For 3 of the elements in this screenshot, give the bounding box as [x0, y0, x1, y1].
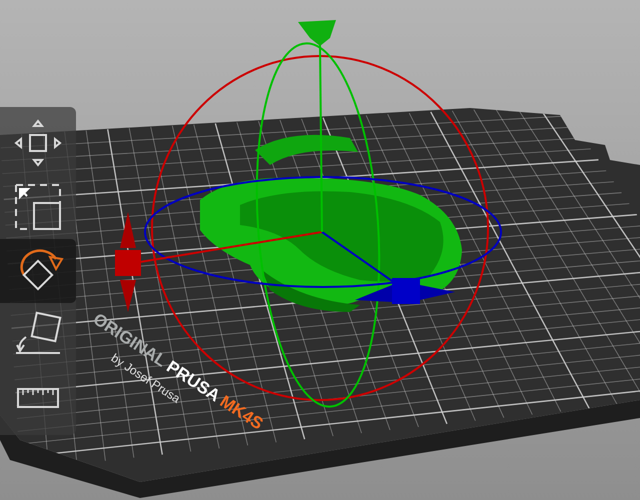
- rotate-tool-button[interactable]: [0, 239, 76, 303]
- scale-squares-icon: [12, 181, 64, 233]
- move-arrows-icon: [12, 117, 64, 169]
